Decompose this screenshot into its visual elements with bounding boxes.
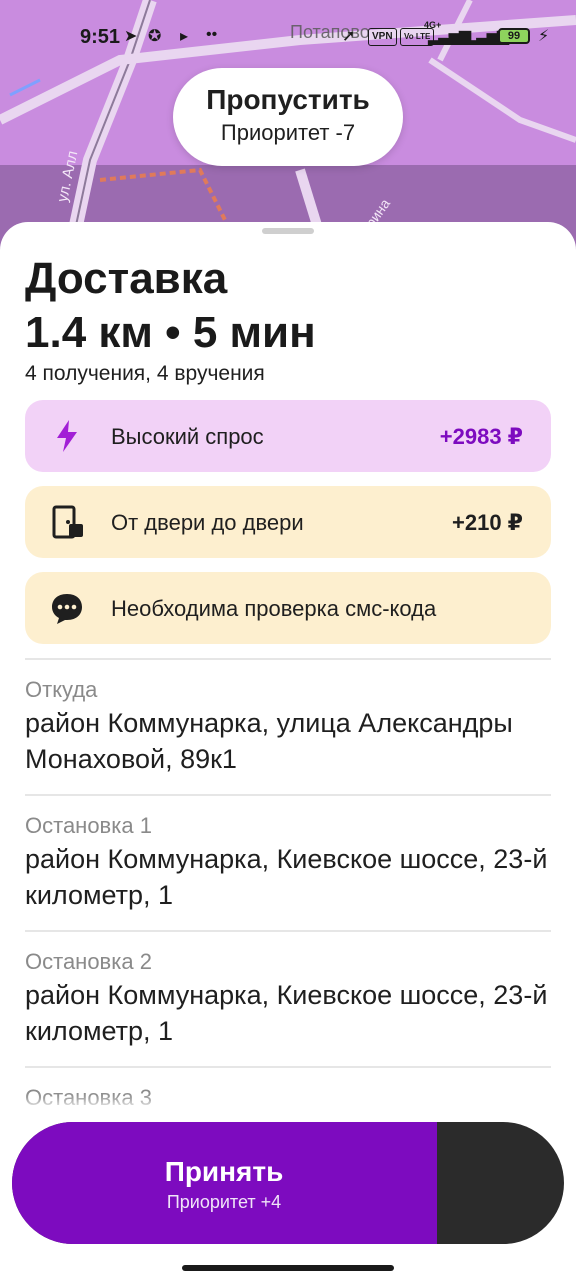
clock: 9:51	[80, 26, 121, 48]
accept-button[interactable]: Принять Приоритет +4	[12, 1122, 564, 1244]
vpn-icon: VPN	[368, 28, 397, 46]
bonus-value: +210 ₽	[452, 510, 523, 535]
sheet-drag-handle[interactable]	[262, 228, 314, 234]
from-label: Откуда	[25, 677, 98, 702]
app-icon: ✪	[148, 28, 162, 45]
lightning-icon	[57, 420, 77, 452]
telegram-icon: ➤	[124, 28, 138, 45]
gesture-nav-bar[interactable]	[182, 1265, 394, 1271]
charging-icon: ⚡	[538, 28, 550, 45]
stop-label: Остановка 1	[25, 813, 152, 838]
divider	[25, 930, 551, 932]
skip-button[interactable]: Пропустить Приоритет -7	[173, 68, 403, 166]
from-address: район Коммунарка, улица Александры Монах…	[25, 708, 513, 774]
divider	[25, 1066, 551, 1068]
bonus-value: +2983 ₽	[439, 424, 523, 449]
skip-label: Пропустить	[206, 84, 370, 115]
order-summary: 4 получения, 4 вручения	[25, 362, 265, 385]
location-arrow-icon: ➚	[342, 28, 356, 45]
stop-label: Остановка 2	[25, 949, 152, 974]
bonus-label: Высокий спрос	[111, 424, 264, 449]
battery-icon: 99	[498, 28, 530, 44]
stop-address: район Коммунарка, Киевское шоссе, 23-й к…	[25, 844, 548, 910]
bonus-card-high-demand: Высокий спрос +2983 ₽	[25, 400, 551, 472]
divider	[25, 658, 551, 660]
bonus-card-sms-check: Необходима проверка смс-кода	[25, 572, 551, 644]
door-to-door-icon	[52, 505, 83, 539]
bonus-label: От двери до двери	[111, 510, 304, 535]
order-title: Доставка	[25, 254, 228, 303]
play-icon: ▸	[180, 28, 189, 45]
more-notifications-icon: ••	[206, 26, 218, 43]
bonus-label: Необходима проверка смс-кода	[111, 596, 437, 621]
accept-priority: Приоритет +4	[166, 1192, 282, 1212]
skip-priority: Приоритет -7	[220, 120, 356, 145]
order-distance-time: 1.4 км • 5 мин	[25, 308, 316, 357]
stop-address: район Коммунарка, Киевское шоссе, 23-й к…	[25, 980, 548, 1046]
signal-icon: ▂▃▅▆	[428, 28, 471, 45]
status-bar: 9:51 ➤ ✪ ▸ •• ➚ VPN Vo LTE 4G+ ▂▃▅▆ ▂▃▅▆…	[0, 18, 576, 58]
accept-label: Принять	[164, 1156, 284, 1187]
divider	[25, 794, 551, 796]
bonus-card-door-to-door: От двери до двери +210 ₽	[25, 486, 551, 558]
chat-bubble-icon	[52, 594, 82, 624]
